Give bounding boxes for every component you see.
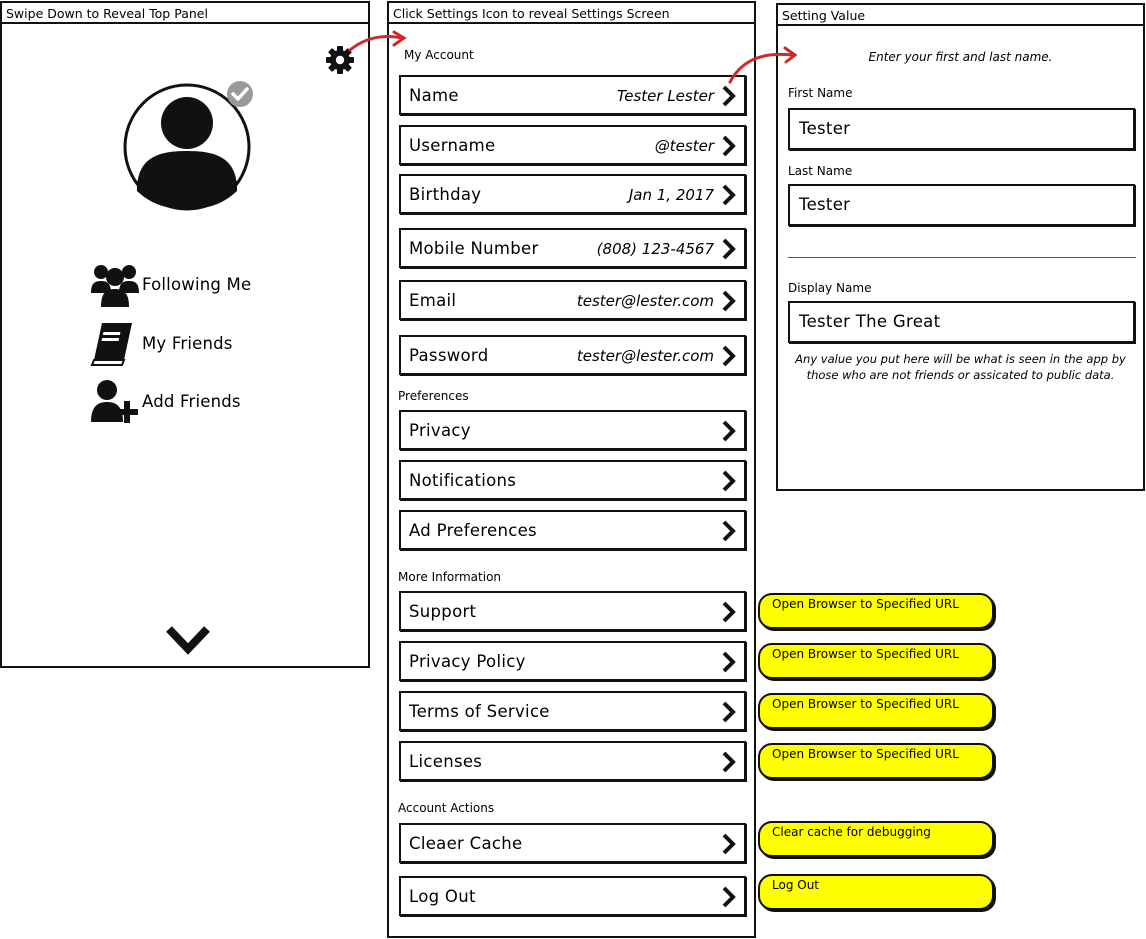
settings-screen-mockup: Click Settings Icon to reveal Settings S… [387, 1, 756, 938]
row-label: Birthday [409, 185, 482, 204]
row-label: Cleaer Cache [409, 834, 523, 853]
chevron-right-icon [722, 651, 736, 673]
chevron-right-icon [722, 520, 736, 542]
menu-item-my-friends[interactable]: My Friends [90, 320, 233, 366]
settings-row-birthday[interactable]: Birthday Jan 1, 2017 [399, 174, 746, 214]
annotation-sticky-clear-cache: Clear cache for debugging [758, 821, 994, 857]
settings-row-privacy-policy[interactable]: Privacy Policy [399, 641, 746, 681]
chevron-right-icon [722, 184, 736, 206]
menu-item-following-me[interactable]: Following Me [90, 261, 251, 307]
chevron-right-icon [722, 701, 736, 723]
panel-title: Setting Value [778, 5, 1143, 26]
chevron-right-icon [722, 345, 736, 367]
last-name-field[interactable]: Tester [788, 184, 1135, 226]
chevron-right-icon [722, 601, 736, 623]
annotation-sticky-log-out: Log Out [758, 874, 994, 910]
row-label: Support [409, 602, 477, 621]
first-name-field[interactable]: Tester [788, 108, 1135, 150]
section-heading: Preferences [398, 389, 469, 403]
display-name-label: Display Name [788, 281, 872, 295]
chevron-right-icon [722, 886, 736, 908]
chevron-down-icon[interactable] [165, 623, 211, 659]
annotation-sticky-support: Open Browser to Specified URL [758, 593, 994, 629]
menu-label: Add Friends [142, 391, 241, 411]
row-label: Terms of Service [409, 702, 550, 721]
row-value: Jan 1, 2017 [628, 186, 714, 204]
row-value: @tester [654, 137, 714, 155]
settings-row-email[interactable]: Email tester@lester.com [399, 280, 746, 320]
annotation-sticky-licenses: Open Browser to Specified URL [758, 743, 994, 779]
panel-title: Swipe Down to Reveal Top Panel [2, 3, 368, 24]
annotation-sticky-privacy-policy: Open Browser to Specified URL [758, 643, 994, 679]
row-label: Ad Preferences [409, 521, 537, 540]
display-name-note: Any value you put here will be what is s… [795, 352, 1126, 382]
verified-badge-icon [227, 81, 253, 107]
panel-title: Click Settings Icon to reveal Settings S… [389, 3, 754, 24]
menu-item-add-friends[interactable]: Add Friends [90, 378, 241, 424]
settings-gear-icon[interactable] [325, 45, 355, 75]
settings-row-support[interactable]: Support [399, 591, 746, 631]
row-value: (808) 123-4567 [596, 240, 714, 258]
settings-row-password[interactable]: Password tester@lester.com [399, 335, 746, 375]
chevron-right-icon [722, 290, 736, 312]
top-panel-mockup: Swipe Down to Reveal Top Panel Following… [0, 1, 370, 668]
annotation-sticky-terms: Open Browser to Specified URL [758, 693, 994, 729]
settings-row-username[interactable]: Username @tester [399, 125, 746, 165]
chevron-right-icon [722, 85, 736, 107]
settings-row-clear-cache[interactable]: Cleaer Cache [399, 823, 746, 863]
first-name-label: First Name [788, 86, 853, 100]
settings-row-name[interactable]: Name Tester Lester [399, 75, 746, 115]
row-label: Email [409, 291, 457, 310]
settings-row-notifications[interactable]: Notifications [399, 460, 746, 500]
group-icon [91, 265, 139, 307]
chevron-right-icon [722, 238, 736, 260]
section-heading: Account Actions [398, 801, 495, 815]
row-value: Tester Lester [616, 87, 714, 105]
row-label: Log Out [409, 887, 476, 906]
chevron-right-icon [722, 420, 736, 442]
settings-row-log-out[interactable]: Log Out [399, 876, 746, 916]
menu-label: My Friends [142, 333, 233, 353]
chevron-right-icon [722, 833, 736, 855]
settings-row-terms-of-service[interactable]: Terms of Service [399, 691, 746, 731]
last-name-label: Last Name [788, 164, 853, 178]
row-label: Name [409, 86, 459, 105]
row-label: Mobile Number [409, 239, 539, 258]
display-name-field[interactable]: Tester The Great [788, 301, 1135, 343]
menu-label: Following Me [142, 274, 252, 294]
divider [788, 257, 1136, 258]
settings-row-mobile-number[interactable]: Mobile Number (808) 123-4567 [399, 228, 746, 268]
row-value: tester@lester.com [576, 292, 714, 310]
settings-row-privacy[interactable]: Privacy [399, 410, 746, 450]
instruction-text: Enter your first and last name. [868, 50, 1053, 64]
row-label: Privacy [409, 421, 471, 440]
book-icon [90, 323, 132, 366]
row-label: Privacy Policy [409, 652, 526, 671]
profile-avatar[interactable] [121, 81, 255, 211]
chevron-right-icon [722, 751, 736, 773]
section-heading: More Information [398, 570, 502, 584]
row-label: Notifications [409, 471, 517, 490]
chevron-right-icon [722, 470, 736, 492]
row-label: Password [409, 346, 489, 365]
chevron-right-icon [722, 135, 736, 157]
row-label: Username [409, 136, 496, 155]
add-user-icon [91, 380, 138, 423]
section-heading: My Account [404, 48, 474, 62]
setting-value-mockup: Setting Value Enter your first and last … [776, 3, 1145, 491]
row-value: tester@lester.com [576, 347, 714, 365]
settings-row-licenses[interactable]: Licenses [399, 741, 746, 781]
settings-row-ad-preferences[interactable]: Ad Preferences [399, 510, 746, 550]
row-label: Licenses [409, 752, 483, 771]
